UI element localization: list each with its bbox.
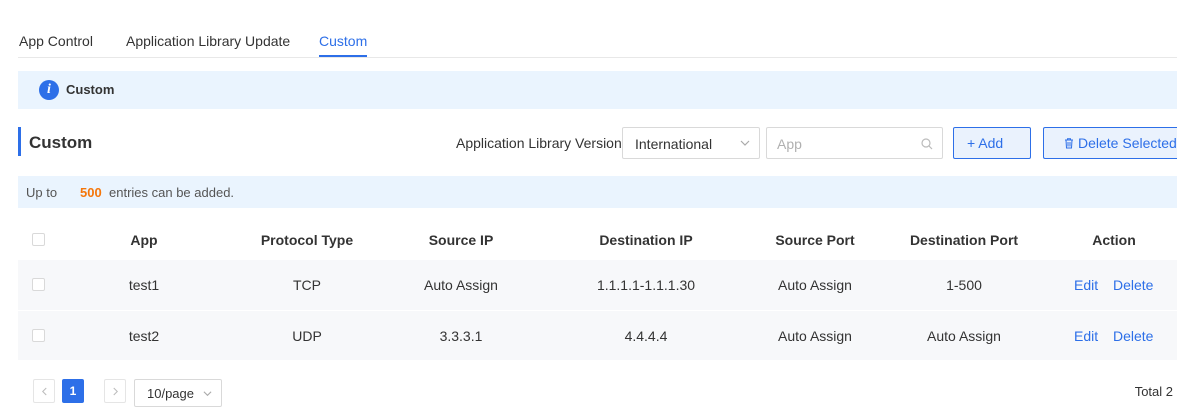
info-icon: i xyxy=(39,80,59,100)
row-checkbox[interactable] xyxy=(32,278,45,291)
version-select-value: International xyxy=(635,136,713,152)
search-box[interactable] xyxy=(766,127,943,159)
table-row: test2 UDP 3.3.3.1 4.4.4.4 Auto Assign Au… xyxy=(18,310,1177,360)
version-select[interactable]: International xyxy=(622,127,760,159)
column-header-destination-ip: Destination IP xyxy=(599,232,693,248)
info-banner: i Custom xyxy=(18,71,1177,109)
cell-source-port: Auto Assign xyxy=(778,328,852,344)
tab-application-library-update[interactable]: Application Library Update xyxy=(126,33,290,49)
tab-custom[interactable]: Custom xyxy=(319,33,367,49)
column-header-source-ip: Source IP xyxy=(428,232,494,248)
add-button[interactable]: + Add xyxy=(953,127,1031,159)
select-all-checkbox[interactable] xyxy=(32,233,45,246)
chevron-down-icon xyxy=(203,391,212,397)
column-header-source-port: Source Port xyxy=(775,232,855,248)
search-input[interactable] xyxy=(777,134,917,154)
tab-app-control[interactable]: App Control xyxy=(19,33,93,49)
delete-link[interactable]: Delete xyxy=(1113,260,1153,310)
edit-link[interactable]: Edit xyxy=(1074,260,1106,310)
cell-destination-ip: 4.4.4.4 xyxy=(624,328,668,344)
tip-count: 500 xyxy=(80,185,102,200)
search-icon[interactable] xyxy=(921,138,933,150)
delete-selected-button[interactable]: Delete Selected xyxy=(1043,127,1177,159)
cell-destination-port: 1-500 xyxy=(946,277,982,293)
previous-page-button[interactable] xyxy=(33,379,55,403)
delete-selected-text: Delete Selected xyxy=(1078,135,1177,151)
table-header: App Protocol Type Source IP Destination … xyxy=(18,215,1177,265)
chevron-down-icon xyxy=(740,140,750,146)
edit-link[interactable]: Edit xyxy=(1074,311,1106,361)
cell-app: test2 xyxy=(128,328,160,344)
section-accent-bar xyxy=(18,127,21,156)
cell-protocol: TCP xyxy=(293,277,321,293)
page-number-button[interactable]: 1 xyxy=(62,379,84,403)
chevron-left-icon xyxy=(41,387,47,396)
delete-link[interactable]: Delete xyxy=(1113,311,1153,361)
trash-icon xyxy=(1065,138,1073,149)
version-label: Application Library Version: xyxy=(456,135,626,151)
total-count: Total 2 xyxy=(1134,384,1173,399)
column-header-action: Action xyxy=(1092,232,1136,248)
tip-prefix: Up to xyxy=(26,185,58,200)
banner-title: Custom xyxy=(66,82,115,97)
column-header-protocol-type: Protocol Type xyxy=(260,232,354,248)
add-button-label: + Add xyxy=(967,135,1004,151)
next-page-button[interactable] xyxy=(104,379,126,403)
cell-protocol: UDP xyxy=(292,328,322,344)
cell-source-ip: Auto Assign xyxy=(424,277,498,293)
delete-selected-label: Delete Selected xyxy=(1063,135,1177,151)
table-row: test1 TCP Auto Assign 1.1.1.1-1.1.1.30 A… xyxy=(18,260,1177,310)
limit-tip: Up to 500 entries can be added. xyxy=(18,176,1177,208)
cell-app: test1 xyxy=(128,277,160,293)
tab-bar: App Control Application Library Update C… xyxy=(18,0,1177,58)
cell-source-port: Auto Assign xyxy=(778,277,852,293)
tip-suffix: entries can be added. xyxy=(109,185,235,200)
chevron-right-icon xyxy=(112,387,118,396)
active-tab-indicator xyxy=(319,55,367,57)
section-title: Custom xyxy=(29,133,93,152)
cell-destination-port: Auto Assign xyxy=(927,328,1001,344)
column-header-app: App xyxy=(130,232,158,248)
row-checkbox[interactable] xyxy=(32,329,45,342)
page-size-value: 10/page xyxy=(147,386,194,401)
cell-source-ip: 3.3.3.1 xyxy=(439,328,483,344)
page-size-select[interactable]: 10/page xyxy=(134,379,222,407)
cell-destination-ip: 1.1.1.1-1.1.1.30 xyxy=(596,277,696,293)
column-header-destination-port: Destination Port xyxy=(909,232,1019,248)
